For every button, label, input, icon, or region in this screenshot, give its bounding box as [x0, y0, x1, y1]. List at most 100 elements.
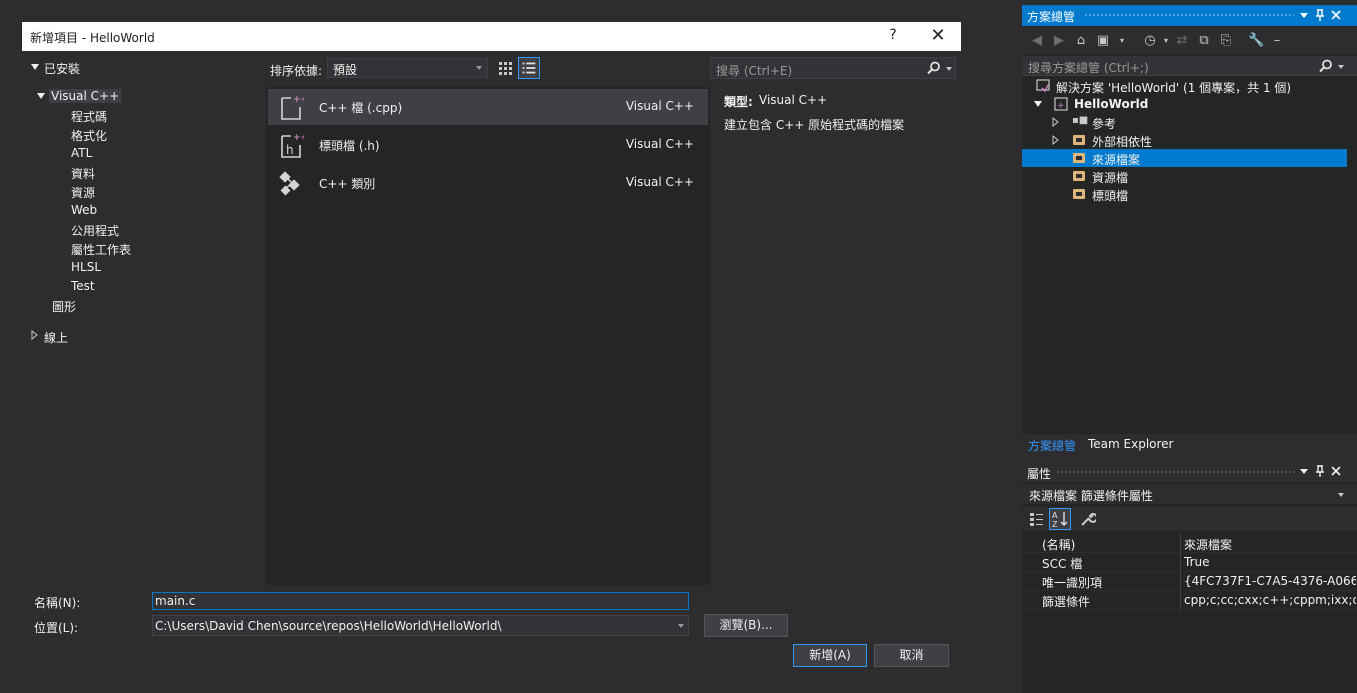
tree-item-child[interactable]: ATL: [71, 146, 92, 160]
tree-item-resource-files[interactable]: 資源檔: [1022, 167, 1347, 185]
drag-grip[interactable]: [1056, 470, 1294, 475]
column-divider: [1180, 553, 1181, 572]
sort-dropdown[interactable]: 預設: [327, 58, 488, 78]
tree-item-child[interactable]: Web: [71, 203, 97, 217]
pin-icon[interactable]: [1315, 9, 1325, 22]
panel-tabs: 方案總管 Team Explorer: [1022, 434, 1357, 456]
cpp-file-icon: ++: [281, 95, 304, 120]
tree-item-online[interactable]: 線上: [44, 329, 68, 346]
chevron-down-icon: [476, 66, 482, 70]
solution-explorer-panel: 方案總管 ◀ ▶ ⌂ ▣ ▾ ◷ ▾ ⇄ ⧉ ⎘ 🔧 – 搜尋方案總管 (Ctr…: [1022, 5, 1357, 456]
property-row[interactable]: 唯一識別項 {4FC737F1-C7A5-4376-A066: [1022, 572, 1357, 591]
property-row[interactable]: (名稱) 來源檔案: [1022, 534, 1357, 553]
close-icon[interactable]: [1331, 10, 1341, 20]
template-item-cpp-class[interactable]: C++ 類別 Visual C++: [268, 165, 708, 201]
drag-grip[interactable]: [1084, 13, 1294, 18]
pending-changes-filter-icon[interactable]: ◷: [1142, 33, 1158, 49]
add-button[interactable]: 新增(A): [793, 644, 867, 667]
collapse-all-icon[interactable]: ⧉: [1196, 33, 1212, 49]
svg-text:+: +: [1057, 101, 1065, 111]
property-row[interactable]: 篩選條件 cpp;c;cc;cxx;c++;cppm;ixx;de: [1022, 591, 1357, 610]
tree-item-child[interactable]: HLSL: [71, 260, 101, 274]
column-divider: [1180, 591, 1181, 610]
expand-arrow-icon[interactable]: [1034, 101, 1042, 107]
help-button[interactable]: ?: [885, 27, 901, 43]
detail-description: 建立包含 C++ 原始程式碼的檔案: [724, 118, 905, 132]
template-list: ++ C++ 檔 (.cpp) Visual C++ ++ h 標頭檔 (.h)…: [266, 87, 710, 585]
template-item-cpp-file[interactable]: ++ C++ 檔 (.cpp) Visual C++: [268, 89, 708, 125]
tree-item-child[interactable]: 公用程式: [71, 222, 119, 239]
chevron-down-icon[interactable]: [946, 67, 952, 71]
chevron-down-icon: [678, 624, 684, 628]
tree-item-child[interactable]: 程式碼: [71, 108, 107, 125]
collapsed-arrow-icon[interactable]: [31, 330, 38, 340]
tree-item-project[interactable]: + HelloWorld: [1022, 95, 1347, 113]
template-item-header-file[interactable]: ++ h 標頭檔 (.h) Visual C++: [268, 127, 708, 163]
cancel-button[interactable]: 取消: [874, 644, 949, 667]
collapsed-arrow-icon[interactable]: [1052, 117, 1059, 127]
tree-item-references[interactable]: ▪■ 參考: [1022, 113, 1347, 131]
expand-arrow-icon[interactable]: [37, 93, 45, 99]
sync-icon[interactable]: ⇄: [1174, 33, 1190, 49]
search-icon[interactable]: [927, 61, 941, 75]
chevron-down-icon[interactable]: [1300, 469, 1308, 474]
location-dropdown[interactable]: C:\Users\David Chen\source\repos\HelloWo…: [152, 615, 689, 636]
solution-search-input[interactable]: 搜尋方案總管 (Ctrl+;): [1022, 56, 1357, 76]
collapsed-arrow-icon[interactable]: [1052, 135, 1059, 145]
tree-item-child[interactable]: 屬性工作表: [71, 241, 131, 258]
search-icon[interactable]: [1319, 59, 1333, 73]
tree-item-header-files[interactable]: 標頭檔: [1022, 185, 1347, 203]
tab-solution-explorer[interactable]: 方案總管: [1028, 437, 1076, 454]
tree-item-child[interactable]: 格式化: [71, 127, 107, 144]
panel-title: 方案總管: [1027, 10, 1076, 24]
property-value: 來源檔案: [1184, 538, 1233, 552]
tree-item-child[interactable]: 資料: [71, 165, 95, 182]
property-pages-wrench-icon[interactable]: [1080, 511, 1096, 527]
property-value: True: [1184, 555, 1210, 569]
node-label: 外部相依性: [1092, 135, 1153, 149]
tab-team-explorer[interactable]: Team Explorer: [1088, 437, 1174, 451]
tree-item-installed[interactable]: 已安裝: [44, 60, 80, 77]
template-name: C++ 類別: [319, 177, 376, 191]
detail-type-label: 類型:: [724, 95, 753, 109]
tree-item-solution[interactable]: 解決方案 'HelloWorld' (1 個專案，共 1 個): [1022, 77, 1347, 95]
tree-item-external-dependencies[interactable]: 外部相依性: [1022, 131, 1347, 149]
grid-view-icon[interactable]: [495, 58, 515, 78]
switch-views-icon[interactable]: ▣: [1095, 33, 1111, 49]
browse-button[interactable]: 瀏覽(B)...: [704, 614, 788, 637]
chevron-down-icon[interactable]: ▾: [1114, 33, 1130, 49]
tree-item-child[interactable]: 資源: [71, 184, 95, 201]
tree-item-graphics[interactable]: 圖形: [52, 298, 76, 315]
tree-item-child[interactable]: Test: [71, 279, 95, 293]
pin-icon[interactable]: [1315, 465, 1325, 478]
chevron-down-icon[interactable]: ▾: [1158, 33, 1174, 49]
template-search-input[interactable]: 搜尋 (Ctrl+E): [710, 57, 956, 79]
svg-text:Z: Z: [1052, 520, 1058, 529]
forward-icon[interactable]: ▶: [1051, 33, 1067, 49]
tree-item-source-files[interactable]: 來源檔案: [1022, 149, 1347, 167]
template-type: Visual C++: [625, 137, 694, 151]
chevron-down-icon[interactable]: [1338, 493, 1344, 497]
expand-arrow-icon[interactable]: [31, 64, 39, 70]
properties-wrench-icon[interactable]: 🔧: [1248, 33, 1264, 49]
preview-icon[interactable]: –: [1269, 33, 1285, 49]
project-label: HelloWorld: [1074, 97, 1149, 111]
show-all-files-icon[interactable]: ⎘: [1218, 33, 1234, 49]
back-icon[interactable]: ◀: [1029, 33, 1045, 49]
properties-object-selector[interactable]: 來源檔案 篩選條件屬性: [1022, 484, 1357, 504]
alphabetical-sort-icon[interactable]: A Z: [1049, 508, 1071, 530]
template-type: Visual C++: [625, 99, 694, 113]
chevron-down-icon[interactable]: [1338, 65, 1344, 69]
close-button[interactable]: ✕: [928, 25, 948, 46]
property-row[interactable]: SCC 檔 True: [1022, 553, 1357, 572]
tree-item-visual-cpp[interactable]: Visual C++: [49, 89, 122, 103]
name-input[interactable]: main.c: [152, 592, 689, 610]
list-view-icon[interactable]: [518, 57, 540, 79]
home-icon[interactable]: ⌂: [1073, 33, 1089, 49]
categorized-icon[interactable]: [1029, 511, 1045, 527]
chevron-down-icon[interactable]: [1300, 13, 1308, 18]
references-icon: ▪■: [1072, 115, 1089, 126]
panel-title: 屬性: [1027, 467, 1052, 481]
close-icon[interactable]: [1331, 466, 1341, 476]
solution-explorer-toolbar: ◀ ▶ ⌂ ▣ ▾ ◷ ▾ ⇄ ⧉ ⎘ 🔧 –: [1022, 27, 1357, 55]
